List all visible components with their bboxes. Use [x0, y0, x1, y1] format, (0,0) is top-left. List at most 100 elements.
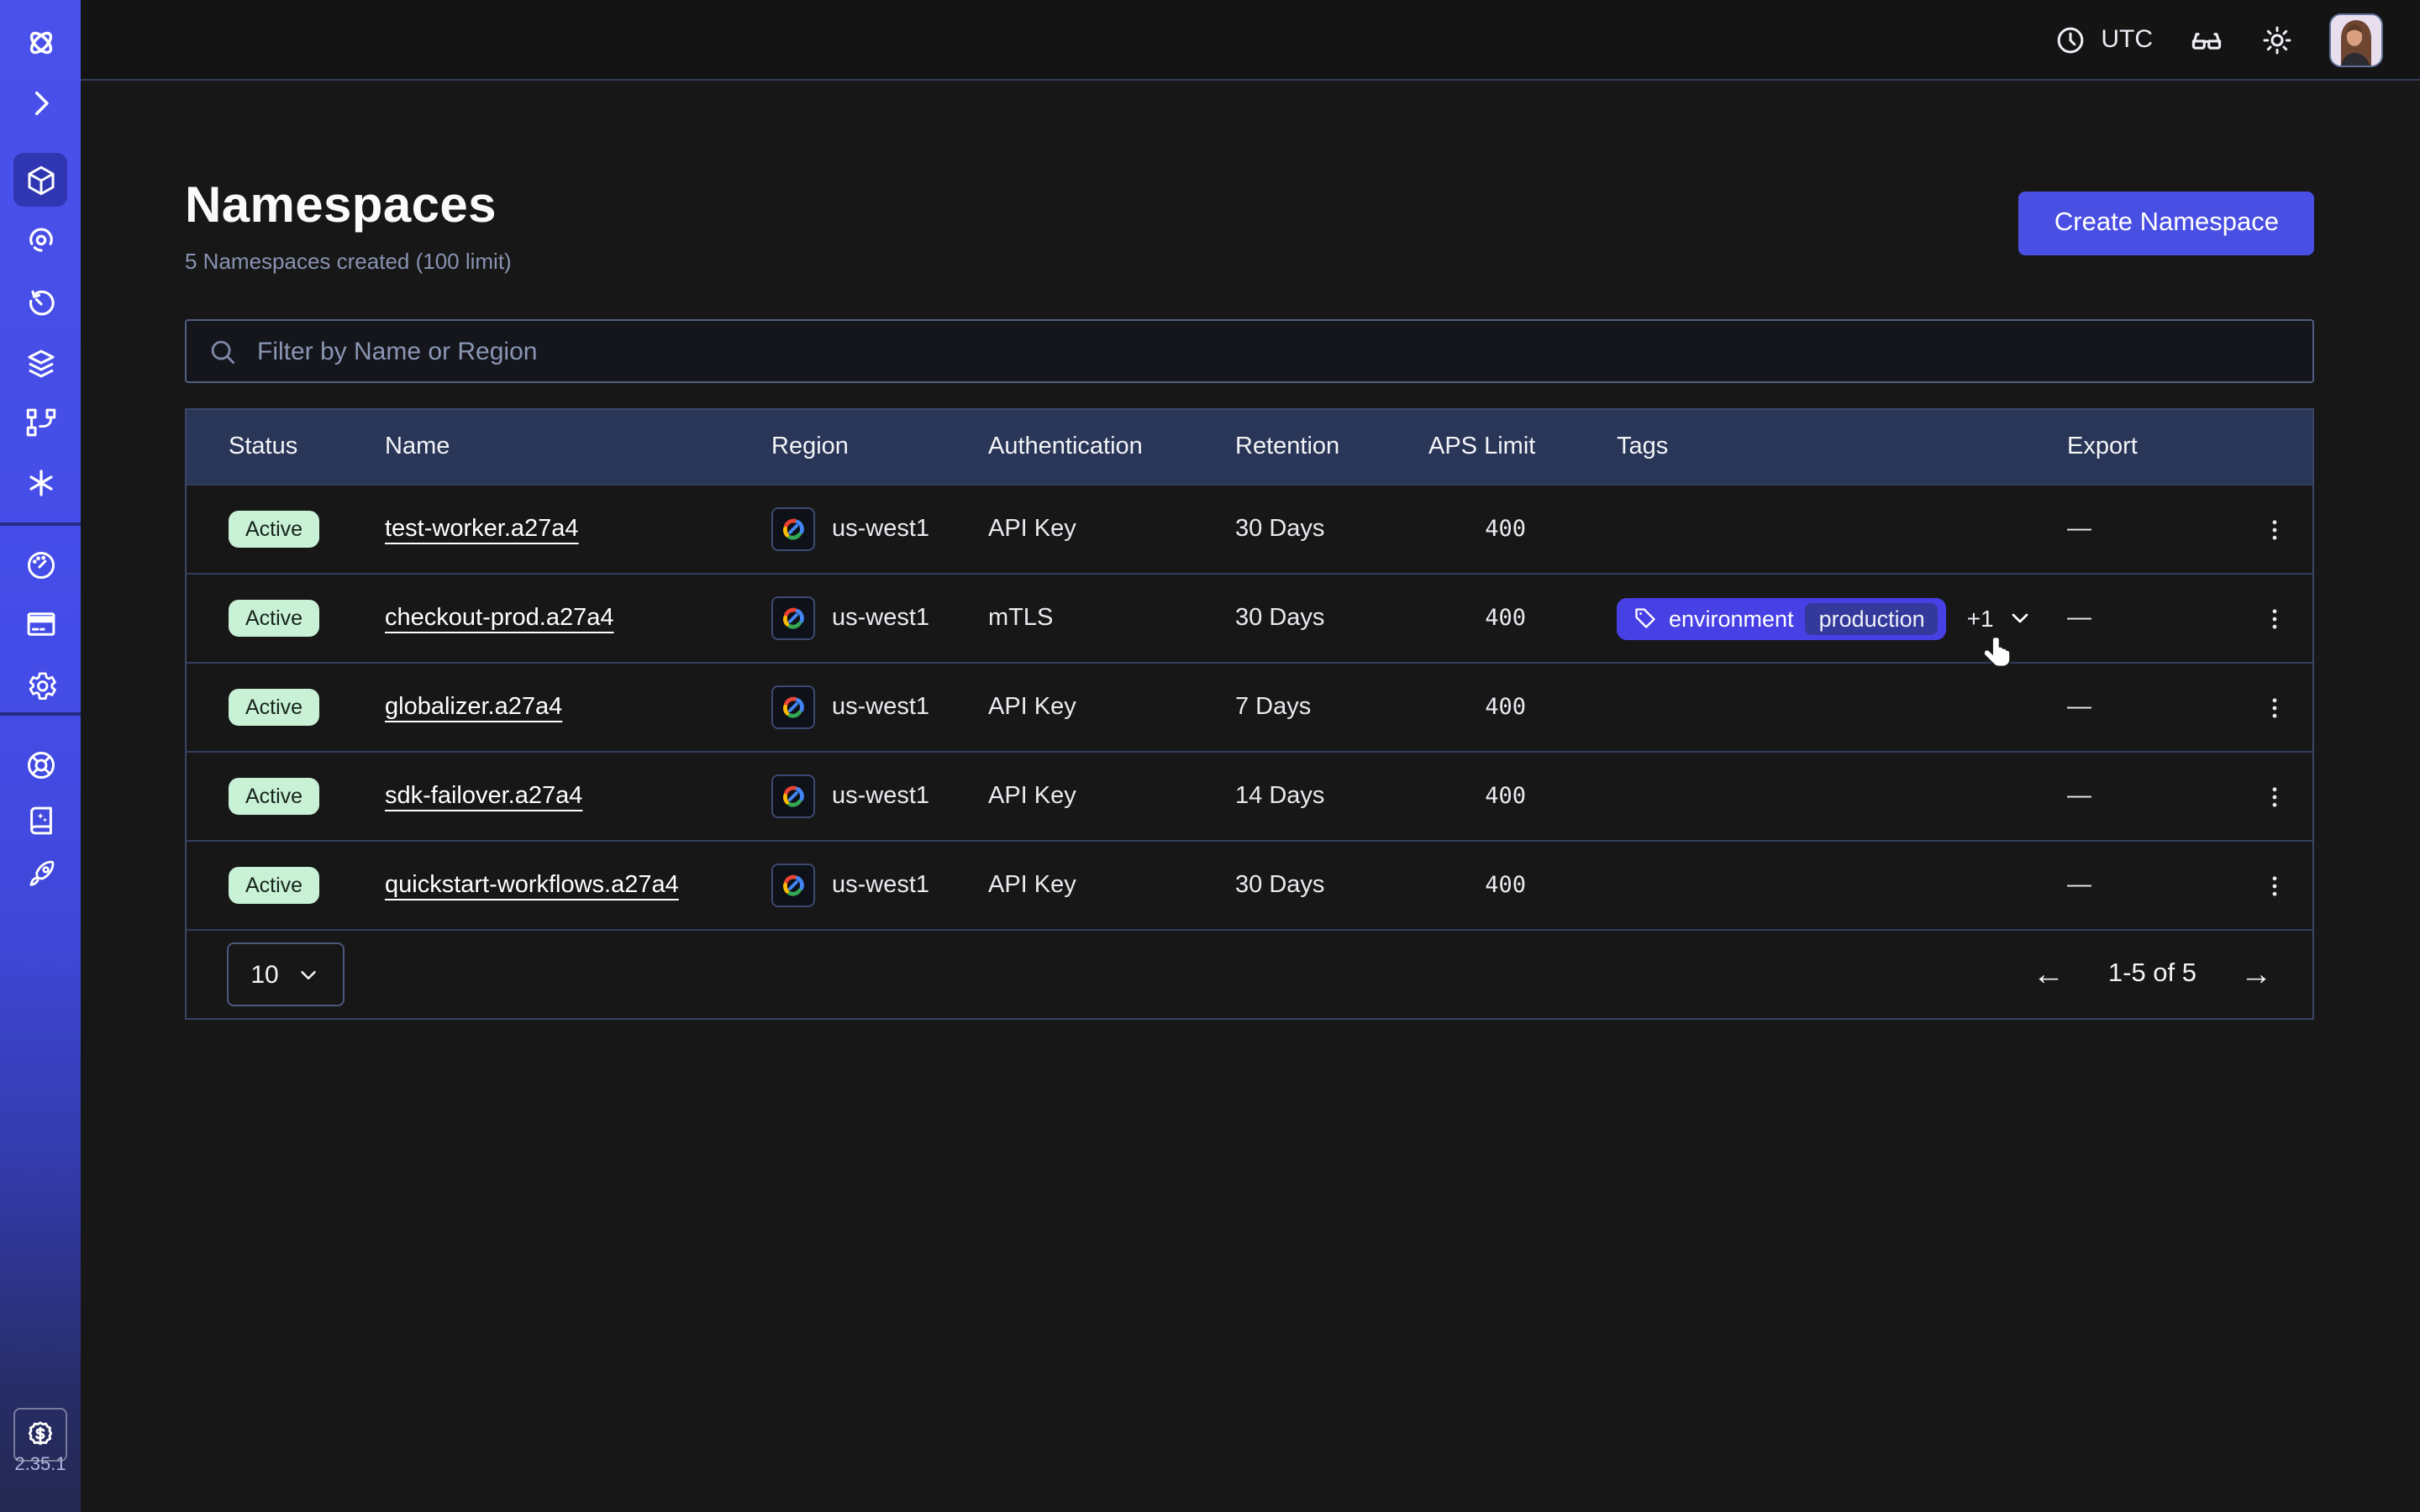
- auth-cell: API Key: [988, 783, 1235, 810]
- create-namespace-button[interactable]: Create Namespace: [2019, 192, 2314, 255]
- aps-cell: 400: [1428, 872, 1526, 899]
- table-header-row: Status Name Region Authentication Retent…: [187, 410, 2312, 484]
- tags-expand-chevron-icon[interactable]: [2007, 605, 2034, 632]
- table-row[interactable]: Active quickstart-workflows.a27a4 us-wes…: [187, 840, 2312, 929]
- retention-cell: 30 Days: [1235, 605, 1428, 632]
- topbar: UTC: [81, 0, 2420, 81]
- sidebar-item-schedules[interactable]: [13, 276, 67, 329]
- book-sparkles-icon: [23, 802, 58, 837]
- row-actions-kebab-icon[interactable]: [2253, 686, 2295, 728]
- theme-toggle-sun-icon[interactable]: [2260, 23, 2294, 56]
- status-badge: Active: [229, 600, 319, 637]
- gauge-icon: [23, 547, 58, 582]
- namespace-link[interactable]: checkout-prod.a27a4: [385, 605, 614, 632]
- credit-card-icon: [23, 606, 58, 641]
- search-icon: [207, 335, 239, 367]
- prev-page-button[interactable]: ←: [2033, 958, 2065, 990]
- git-branch-icon: [23, 404, 58, 439]
- namespace-link[interactable]: quickstart-workflows.a27a4: [385, 872, 679, 899]
- gcp-cloud-icon: [771, 507, 815, 551]
- gcp-cloud-icon: [771, 685, 815, 729]
- sidebar-divider: [0, 522, 81, 526]
- table-row[interactable]: Active sdk-failover.a27a4 us-west1 API K…: [187, 751, 2312, 840]
- timer-icon: [23, 285, 58, 320]
- column-header-region: Region: [771, 433, 988, 460]
- row-actions-kebab-icon[interactable]: [2253, 864, 2295, 906]
- region-label: us-west1: [832, 872, 929, 899]
- table-row[interactable]: Active globalizer.a27a4 us-west1 API Key…: [187, 662, 2312, 751]
- sidebar-item-usage[interactable]: [13, 538, 67, 591]
- auth-cell: API Key: [988, 694, 1235, 721]
- tag-value: production: [1806, 602, 1939, 634]
- cube-icon: [23, 162, 58, 197]
- namespace-link[interactable]: sdk-failover.a27a4: [385, 783, 582, 810]
- region-label: us-west1: [832, 694, 929, 721]
- sidebar-item-settings[interactable]: [13, 657, 67, 711]
- tag-more-count: +1: [1967, 605, 1994, 632]
- main-content: Namespaces 5 Namespaces created (100 lim…: [81, 81, 2420, 1512]
- next-page-button[interactable]: →: [2240, 958, 2272, 990]
- status-badge: Active: [229, 778, 319, 815]
- gcp-cloud-icon: [771, 774, 815, 818]
- app-window: 2.35.1 UTC: [0, 0, 2420, 1512]
- sidebar-item-support[interactable]: [13, 738, 67, 791]
- export-cell: —: [2067, 516, 2235, 543]
- table-row[interactable]: Active checkout-prod.a27a4 us-west1 mTLS…: [187, 573, 2312, 662]
- asterisk-icon: [23, 465, 58, 500]
- table-body: Active test-worker.a27a4 us-west1 API Ke…: [187, 484, 2312, 929]
- table-row[interactable]: Active test-worker.a27a4 us-west1 API Ke…: [187, 484, 2312, 573]
- sidebar-item-namespaces[interactable]: [13, 153, 67, 207]
- temporal-logo-icon[interactable]: [13, 15, 67, 69]
- tag-group: environment production +1: [1617, 597, 2034, 639]
- column-header-status: Status: [229, 433, 385, 460]
- region-label: us-west1: [832, 783, 929, 810]
- column-header-tags: Tags: [1617, 433, 2067, 460]
- chevron-down-icon: [296, 962, 321, 987]
- timezone-selector[interactable]: UTC: [2054, 23, 2153, 56]
- timezone-label: UTC: [2101, 25, 2153, 54]
- tag-pill[interactable]: environment production: [1617, 597, 1947, 639]
- gcp-cloud-icon: [771, 596, 815, 640]
- gear-icon: [23, 666, 58, 701]
- column-header-aps-limit: APS Limit: [1428, 433, 1617, 460]
- sidebar-item-deployments[interactable]: [13, 395, 67, 449]
- user-avatar[interactable]: [2329, 13, 2383, 66]
- row-actions-kebab-icon[interactable]: [2253, 775, 2295, 817]
- pagination-range: 1-5 of 5: [2108, 959, 2196, 990]
- layers-icon: [23, 345, 58, 381]
- sidebar-item-batch[interactable]: [13, 336, 67, 390]
- column-header-name: Name: [385, 433, 771, 460]
- status-badge: Active: [229, 689, 319, 726]
- pricing-dollar-badge-icon[interactable]: [13, 1408, 67, 1462]
- sidebar-divider: [0, 712, 81, 716]
- column-header-export: Export: [2067, 433, 2235, 460]
- retention-cell: 30 Days: [1235, 872, 1428, 899]
- auth-cell: API Key: [988, 516, 1235, 543]
- labs-glasses-icon[interactable]: [2188, 21, 2225, 58]
- sidebar-item-getting-started[interactable]: [13, 847, 67, 900]
- row-actions-kebab-icon[interactable]: [2253, 597, 2295, 639]
- row-actions-kebab-icon[interactable]: [2253, 508, 2295, 550]
- auth-cell: API Key: [988, 872, 1235, 899]
- auth-cell: mTLS: [988, 605, 1235, 632]
- sidebar-item-billing[interactable]: [13, 596, 67, 650]
- namespace-link[interactable]: test-worker.a27a4: [385, 516, 579, 543]
- swirl-icon: [23, 221, 58, 256]
- filter-input-container[interactable]: [185, 319, 2314, 383]
- status-badge: Active: [229, 511, 319, 548]
- retention-cell: 7 Days: [1235, 694, 1428, 721]
- filter-input[interactable]: [254, 335, 2292, 367]
- sidebar-item-workflows[interactable]: [13, 212, 67, 265]
- sidebar-item-nexus[interactable]: [13, 455, 67, 509]
- page-title: Namespaces: [185, 176, 512, 237]
- namespace-link[interactable]: globalizer.a27a4: [385, 694, 562, 721]
- retention-cell: 14 Days: [1235, 783, 1428, 810]
- sidebar-item-docs[interactable]: [13, 793, 67, 847]
- aps-cell: 400: [1428, 783, 1526, 810]
- column-header-authentication: Authentication: [988, 433, 1235, 460]
- column-header-retention: Retention: [1235, 433, 1428, 460]
- retention-cell: 30 Days: [1235, 516, 1428, 543]
- page-size-select[interactable]: 10: [227, 942, 345, 1006]
- aps-cell: 400: [1428, 605, 1526, 632]
- sidebar-expand-chevron-right-icon[interactable]: [13, 76, 67, 129]
